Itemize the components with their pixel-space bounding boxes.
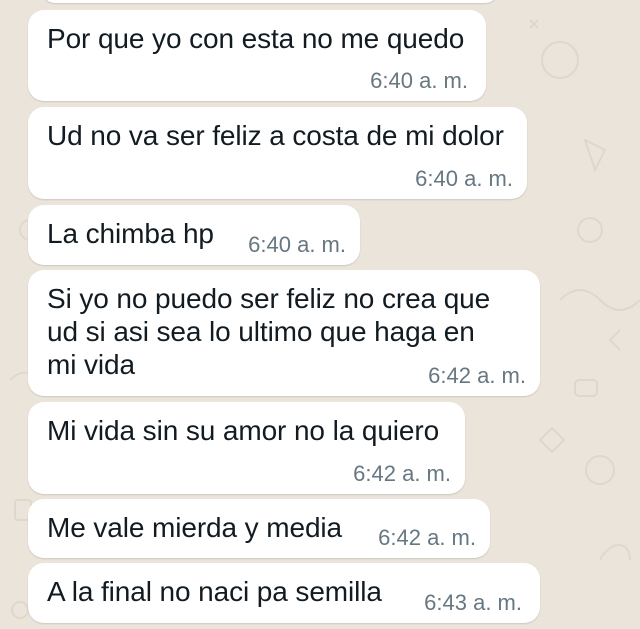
message-text: Por que yo con esta no me quedo <box>47 23 465 54</box>
message-timestamp: 6:40 a. m. <box>248 232 346 257</box>
message-bubble[interactable]: Me vale mierda y media 6:42 a. m. <box>28 499 490 558</box>
message-text: A la final no naci pa semilla <box>47 576 382 607</box>
message-text: Me vale mierda y media <box>47 512 343 543</box>
message-timestamp: 6:42 a. m. <box>428 363 526 388</box>
message-timestamp: 6:42 a. m. <box>378 525 476 550</box>
message-bubble[interactable]: A la final no naci pa semilla 6:43 a. m. <box>28 563 540 623</box>
message-bubble[interactable]: La chimba hp 6:40 a. m. <box>28 205 360 265</box>
message-timestamp: 6:43 a. m. <box>424 590 522 615</box>
message-bubble[interactable]: Por que yo con esta no me quedo 6:40 a. … <box>28 10 486 101</box>
message-text: Si yo no puedo ser feliz no crea que ud … <box>47 283 491 380</box>
previous-message-bubble <box>42 0 498 3</box>
message-timestamp: 6:40 a. m. <box>370 68 468 93</box>
message-timestamp: 6:40 a. m. <box>415 166 513 191</box>
message-bubble[interactable]: Mi vida sin su amor no la quiero 6:42 a.… <box>28 402 465 494</box>
message-timestamp: 6:42 a. m. <box>353 461 451 486</box>
message-bubble[interactable]: Ud no va ser feliz a costa de mi dolor 6… <box>28 107 527 199</box>
message-text: Ud no va ser feliz a costa de mi dolor <box>47 120 504 151</box>
message-text: Mi vida sin su amor no la quiero <box>47 415 440 446</box>
message-text: La chimba hp <box>47 218 214 249</box>
message-bubble[interactable]: Si yo no puedo ser feliz no crea que ud … <box>28 270 540 396</box>
